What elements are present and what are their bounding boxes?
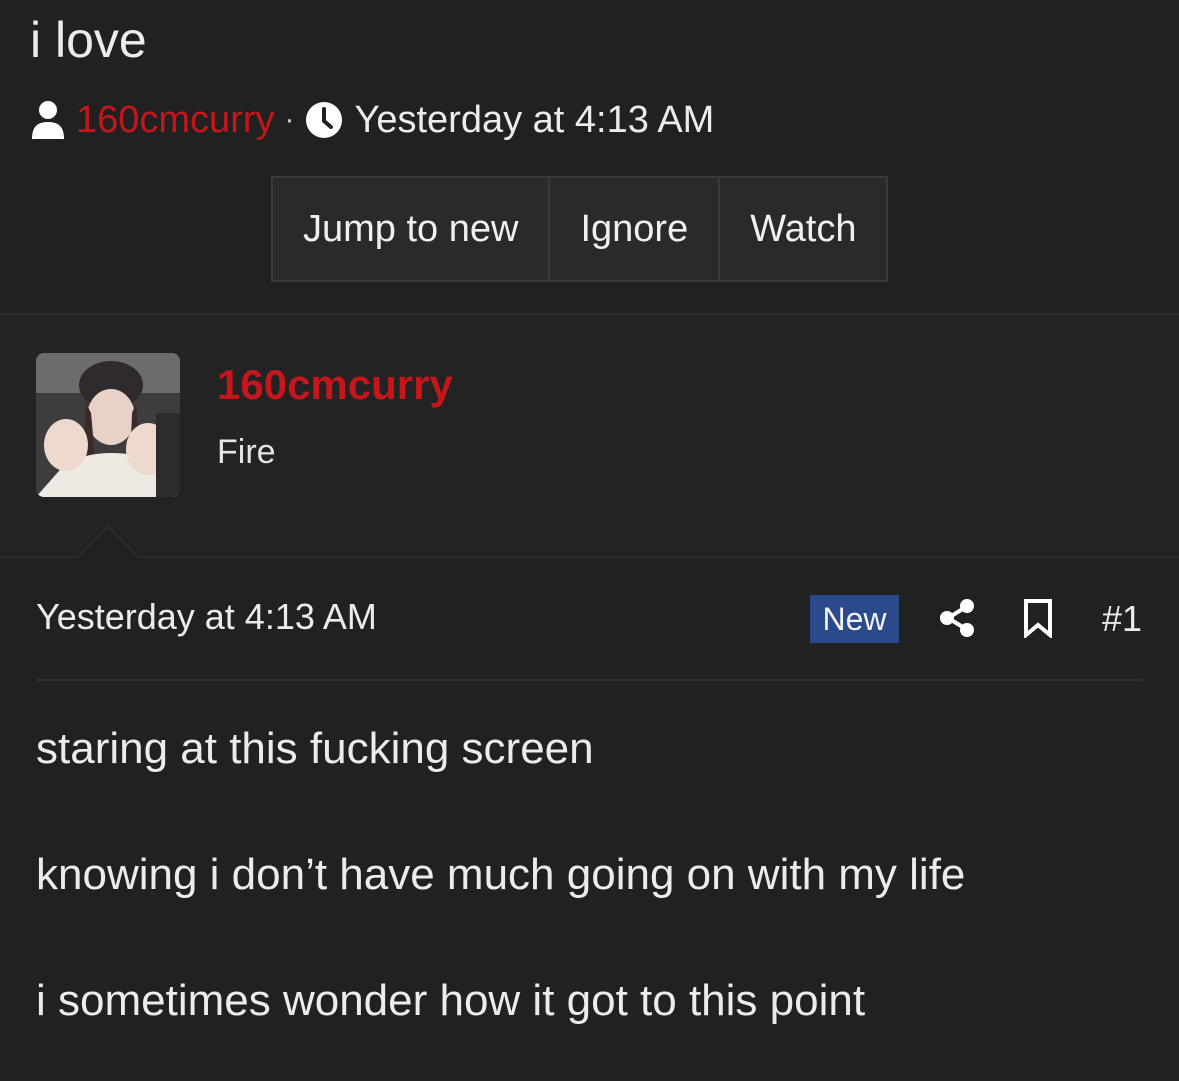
thread-date-link[interactable]: Yesterday at 4:13 AM — [355, 99, 715, 142]
meta-separator: · — [284, 103, 295, 136]
post-line: staring at this fucking screen — [36, 724, 594, 773]
user-title: Fire — [217, 433, 276, 471]
thread-meta: 160cmcurry · Yesterday at 4:13 AM — [30, 96, 714, 144]
post-number-link[interactable]: #1 — [1102, 598, 1142, 640]
post-date-link[interactable]: Yesterday at 4:13 AM — [36, 596, 377, 638]
clock-icon — [305, 102, 342, 138]
thread-actions: Jump to new Ignore Watch — [271, 176, 889, 282]
post-author-link[interactable]: 160cmcurry — [217, 361, 453, 409]
thread-title: i love — [30, 12, 147, 68]
jump-to-new-button[interactable]: Jump to new — [273, 178, 551, 280]
new-badge: New — [810, 595, 899, 643]
ignore-button[interactable]: Ignore — [550, 178, 721, 280]
post-line: i sometimes wonder how it got to this po… — [36, 976, 866, 1025]
share-icon[interactable] — [938, 598, 976, 638]
bookmark-icon[interactable] — [1022, 598, 1054, 638]
post-line: knowing i don’t have much going on with … — [36, 850, 966, 899]
post-divider — [36, 679, 1143, 681]
header-pointer-inner — [76, 528, 140, 560]
avatar[interactable] — [36, 353, 180, 497]
watch-button[interactable]: Watch — [720, 178, 886, 280]
post-user-header: 160cmcurry Fire — [0, 313, 1179, 558]
user-icon — [32, 101, 64, 139]
thread-author-link[interactable]: 160cmcurry — [76, 99, 275, 142]
